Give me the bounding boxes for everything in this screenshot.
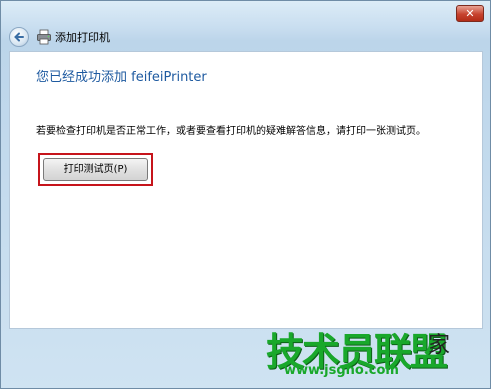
test-page-description: 若要检查打印机是否正常工作，或者要查看打印机的疑难解答信息，请打印一张测试页。 bbox=[36, 126, 426, 137]
watermark-suffix: 家 bbox=[428, 333, 451, 358]
wizard-content: 您已经成功添加 feifeiPrinter 若要检查打印机是否正常工作，或者要查… bbox=[9, 51, 483, 329]
printer-icon bbox=[37, 29, 51, 45]
add-printer-window: ✕ 添加打印机 您已经成功添加 feifeiPrinter 若要检查打印机是否正… bbox=[0, 0, 491, 389]
watermark-url: www.jsgho.com bbox=[284, 363, 399, 378]
highlight-box: 打印测试页(P) bbox=[38, 153, 153, 186]
close-icon: ✕ bbox=[465, 7, 475, 20]
success-heading: 您已经成功添加 feifeiPrinter bbox=[36, 70, 207, 85]
window-title: 添加打印机 bbox=[55, 31, 110, 44]
title-bar: ✕ 添加打印机 bbox=[1, 1, 490, 49]
back-arrow-icon bbox=[14, 32, 24, 42]
close-button[interactable]: ✕ bbox=[456, 5, 484, 22]
watermark-logo: 技术员联盟 家 www.jsgho.com bbox=[250, 317, 482, 387]
print-test-page-button[interactable]: 打印测试页(P) bbox=[43, 158, 148, 181]
back-button[interactable] bbox=[9, 27, 29, 47]
